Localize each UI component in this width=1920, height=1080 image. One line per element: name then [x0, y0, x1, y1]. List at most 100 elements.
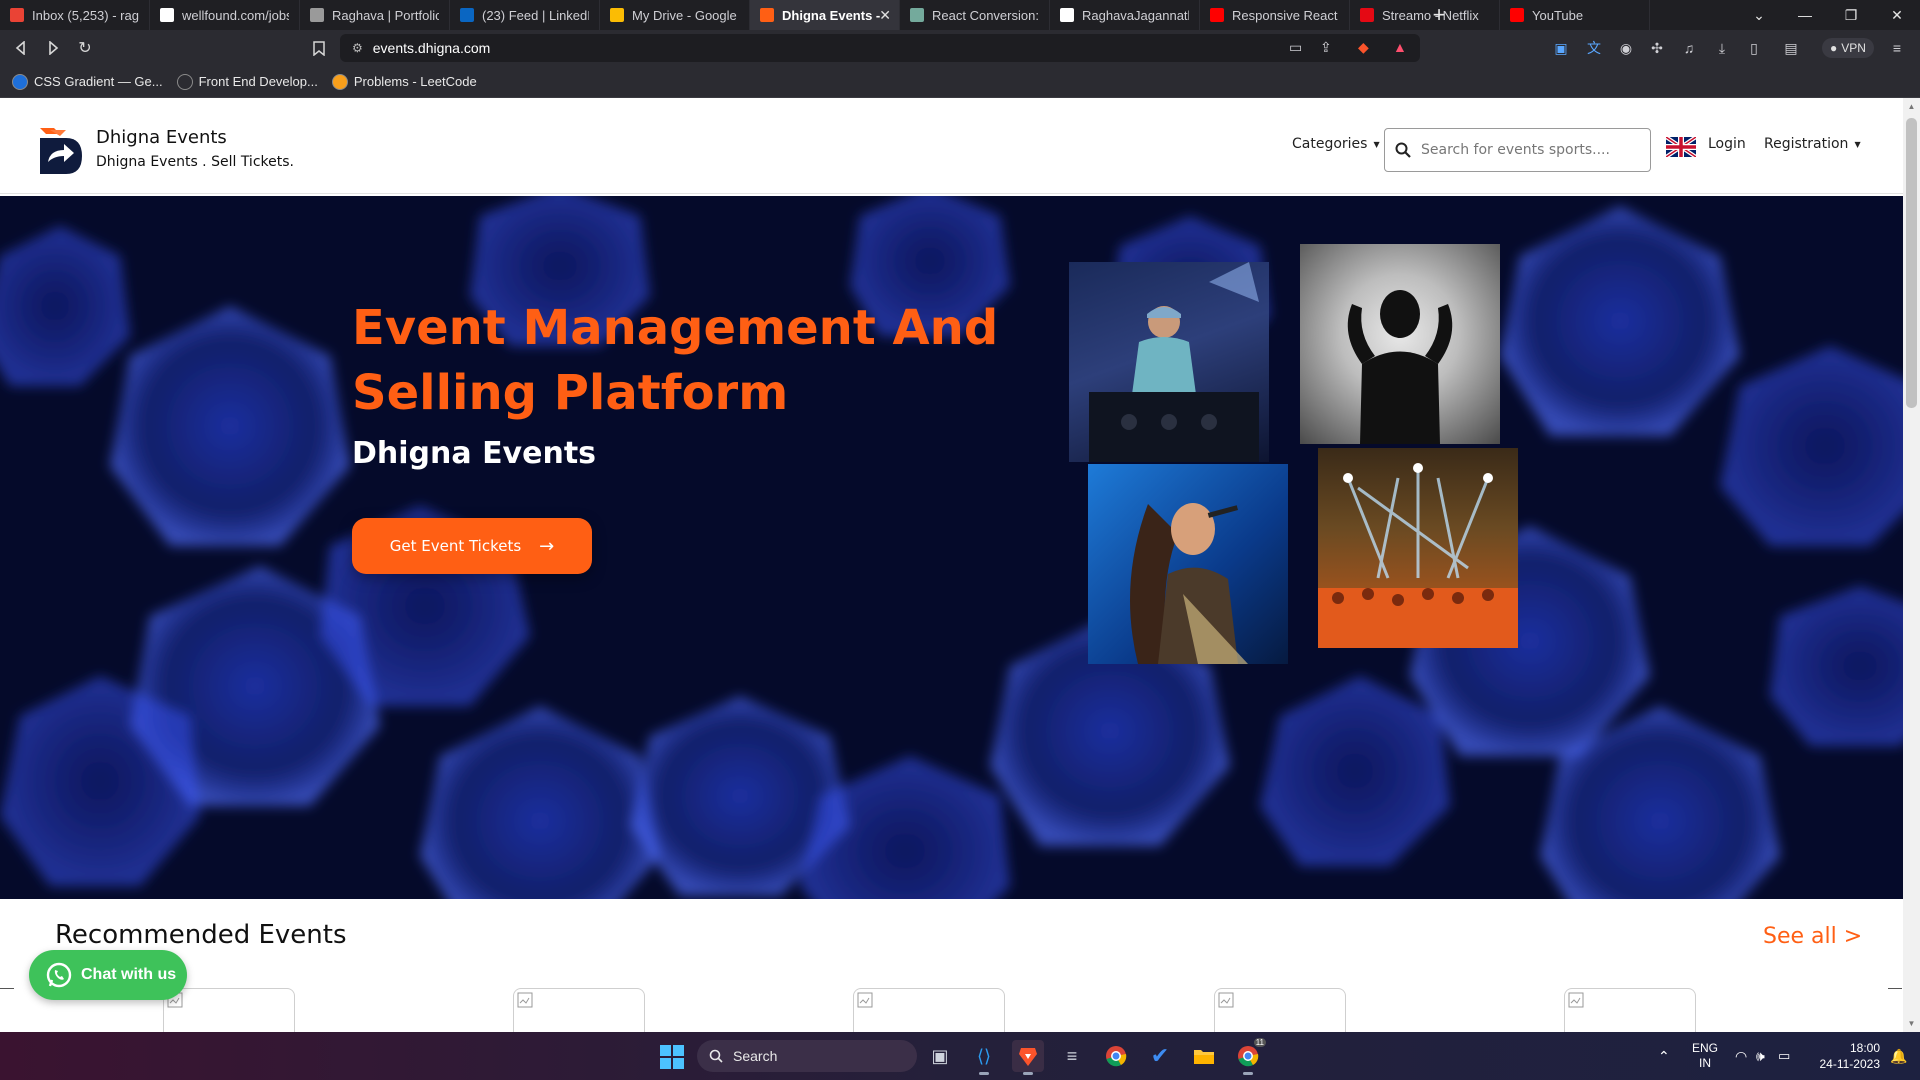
- bookmark-item[interactable]: Problems - LeetCode: [331, 73, 477, 90]
- scroll-up-icon[interactable]: ▲: [1907, 102, 1916, 111]
- get-event-tickets-button[interactable]: Get Event Tickets →: [352, 518, 592, 574]
- browser-tab[interactable]: wellfound.com/jobs/2: [150, 0, 300, 30]
- chrome-badge: 11: [1253, 1038, 1266, 1047]
- hero-subtitle: Dhigna Events: [352, 436, 597, 471]
- discord-extension-icon[interactable]: ◉: [1617, 39, 1635, 57]
- reload-icon[interactable]: ↻: [75, 38, 95, 58]
- minimize-button[interactable]: —: [1782, 0, 1828, 30]
- tab-favicon-icon: [10, 8, 24, 22]
- browser-tab[interactable]: Dhigna Events - ✕: [750, 0, 900, 30]
- brand-name[interactable]: Dhigna Events: [96, 127, 227, 148]
- tab-label: wellfound.com/jobs/2: [182, 7, 289, 23]
- windows-taskbar: Search ▣ ⟨⟩ ≡ ✔ 11 ⌃ ENG IN ◠ 🕪 ▭ 18:00 …: [0, 1032, 1920, 1080]
- wallet-icon[interactable]: ▤: [1782, 39, 1800, 57]
- browser-tab[interactable]: Raghava | Portfolio: [300, 0, 450, 30]
- site-info-icon[interactable]: ⚙: [352, 41, 363, 55]
- screenshot-extension-icon[interactable]: ▣: [1552, 39, 1570, 57]
- battery-icon[interactable]: ▭: [1778, 1032, 1790, 1080]
- bookmark-icon[interactable]: [309, 38, 329, 58]
- wifi-icon[interactable]: ◠: [1735, 1032, 1747, 1080]
- broken-image-icon: [857, 992, 873, 1008]
- whatsapp-icon: [46, 962, 72, 988]
- brand-tagline: Dhigna Events . Sell Tickets.: [96, 154, 294, 170]
- event-card[interactable]: [513, 988, 645, 1032]
- registration-dropdown[interactable]: Registration ▼: [1764, 136, 1861, 152]
- tab-favicon-icon: [1060, 8, 1074, 22]
- translate-extension-icon[interactable]: 文: [1585, 39, 1603, 57]
- media-music-icon[interactable]: ♫: [1680, 39, 1698, 57]
- chrome-profile-icon[interactable]: 11: [1232, 1038, 1266, 1075]
- tab-label: Responsive React Mo: [1232, 7, 1339, 23]
- todo-check-icon[interactable]: ✔: [1144, 1040, 1176, 1072]
- tab-label: React Conversion: He: [932, 7, 1039, 23]
- notification-bell-icon[interactable]: 🔔: [1890, 1032, 1907, 1080]
- menu-hamburger-icon[interactable]: ≡: [1888, 39, 1906, 57]
- brave-browser-icon[interactable]: [1012, 1040, 1044, 1075]
- categories-dropdown[interactable]: Categories ▼: [1292, 136, 1380, 152]
- bookmark-item[interactable]: Front End Develop...: [176, 73, 318, 90]
- scroll-down-icon[interactable]: ▼: [1907, 1019, 1916, 1028]
- concert-crowd-photo: [1318, 448, 1518, 648]
- chrome-icon[interactable]: [1100, 1040, 1132, 1072]
- singer-photo: [1088, 464, 1288, 664]
- whatsapp-chat-button[interactable]: Chat with us: [29, 950, 187, 1000]
- scrollbar-thumb[interactable]: [1906, 118, 1917, 408]
- dhigna-logo-icon[interactable]: [36, 122, 84, 176]
- extensions-puzzle-icon[interactable]: ✣: [1648, 39, 1666, 57]
- tab-favicon-icon: [760, 8, 774, 22]
- see-all-link[interactable]: See all >: [1763, 924, 1862, 949]
- close-window-button[interactable]: ✕: [1874, 0, 1920, 30]
- show-hidden-icons-chevron-icon[interactable]: ⌃: [1658, 1032, 1670, 1080]
- dj-performer-photo: [1069, 262, 1269, 462]
- event-search-field[interactable]: [1384, 128, 1651, 172]
- file-explorer-icon[interactable]: [1188, 1040, 1220, 1072]
- login-link[interactable]: Login: [1708, 136, 1746, 152]
- sidebar-icon[interactable]: ▯: [1745, 39, 1763, 57]
- carousel-next-line[interactable]: [1888, 988, 1902, 989]
- browser-tab[interactable]: My Drive - Google Di: [600, 0, 750, 30]
- broken-image-icon: [517, 992, 533, 1008]
- tab-favicon-icon: [160, 8, 174, 22]
- browser-tab[interactable]: YouTube: [1500, 0, 1650, 30]
- browser-tab[interactable]: (23) Feed | LinkedIn: [450, 0, 600, 30]
- new-tab-button[interactable]: +: [1416, 0, 1462, 30]
- brave-shields-icon[interactable]: ◆: [1358, 39, 1369, 56]
- carousel-prev-line[interactable]: [0, 988, 14, 989]
- event-card[interactable]: [1214, 988, 1346, 1032]
- brave-rewards-icon[interactable]: ▲: [1393, 39, 1407, 55]
- event-search-input[interactable]: [1421, 142, 1641, 158]
- forward-icon[interactable]: [43, 38, 63, 58]
- windows-start-icon[interactable]: [660, 1045, 684, 1069]
- silhouette-dancer-photo: [1300, 244, 1500, 444]
- tab-close-icon[interactable]: ✕: [879, 7, 891, 24]
- page-scrollbar[interactable]: ▲ ▼: [1903, 98, 1920, 1032]
- tab-search-chevron-icon[interactable]: ⌄: [1736, 0, 1782, 30]
- browser-tab[interactable]: Responsive React Mo: [1200, 0, 1350, 30]
- browser-tab[interactable]: Inbox (5,253) - ragha: [0, 0, 150, 30]
- share-icon[interactable]: ⇪: [1320, 39, 1332, 56]
- clock[interactable]: 18:00 24-11-2023: [1812, 1032, 1881, 1080]
- terminal-app-icon[interactable]: ≡: [1056, 1040, 1088, 1072]
- volume-icon[interactable]: 🕪: [1756, 1032, 1765, 1080]
- restore-button[interactable]: ❐: [1828, 0, 1874, 30]
- download-icon[interactable]: ⤓: [1713, 39, 1731, 57]
- taskbar-search-box[interactable]: Search: [697, 1040, 917, 1072]
- caret-down-icon: ▼: [1854, 139, 1861, 149]
- url-input[interactable]: ⚙ events.dhigna.com: [340, 34, 1420, 62]
- event-card[interactable]: [853, 988, 1005, 1032]
- task-view-icon[interactable]: ▣: [924, 1040, 956, 1072]
- tab-label: RaghavaJagannatham: [1082, 7, 1189, 23]
- back-icon[interactable]: [11, 38, 31, 58]
- browser-tab[interactable]: React Conversion: He: [900, 0, 1050, 30]
- bookmark-item[interactable]: CSS Gradient — Ge...: [12, 73, 163, 90]
- browser-tab[interactable]: RaghavaJagannatham: [1050, 0, 1200, 30]
- event-card[interactable]: [1564, 988, 1696, 1032]
- vscode-icon[interactable]: ⟨⟩: [968, 1040, 1000, 1075]
- tab-label: (23) Feed | LinkedIn: [482, 7, 589, 23]
- event-card[interactable]: [163, 988, 295, 1032]
- cast-icon[interactable]: ▭: [1289, 39, 1302, 56]
- language-indicator[interactable]: ENG IN: [1692, 1032, 1718, 1080]
- vpn-button[interactable]: ● VPN: [1822, 38, 1874, 58]
- uk-flag-icon[interactable]: [1666, 137, 1696, 157]
- bookmark-favicon-icon: [12, 73, 28, 90]
